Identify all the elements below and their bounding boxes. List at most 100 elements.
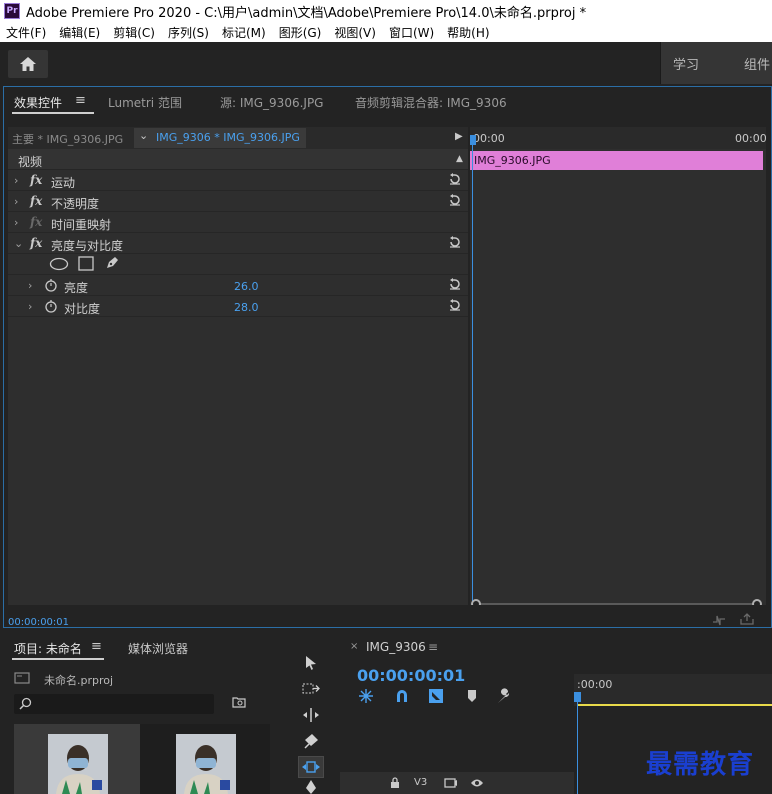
effect-row-motion[interactable]: › fx 运动 — [8, 170, 468, 191]
rectangle-mask-icon[interactable] — [78, 256, 94, 271]
track-label[interactable]: V3 — [414, 777, 427, 788]
expand-chevron-icon[interactable]: › — [14, 195, 18, 208]
play-only-clip-icon[interactable]: ▶ — [455, 131, 463, 142]
tab-project[interactable]: 项目: 未命名 — [14, 640, 82, 657]
param-row-contrast[interactable]: › 对比度 28.0 — [8, 296, 468, 317]
video-section-header: 视频 ▲ — [8, 149, 468, 170]
reset-icon[interactable] — [448, 277, 462, 291]
param-value[interactable]: 26.0 — [234, 280, 259, 293]
ripple-edit-tool[interactable] — [298, 704, 324, 726]
expand-chevron-icon[interactable]: › — [28, 300, 32, 313]
project-file-name: 未命名.prproj — [44, 674, 114, 687]
playhead-handle[interactable] — [470, 135, 476, 145]
export-icon[interactable] — [739, 612, 755, 626]
effect-row-brightness-contrast[interactable]: ⌄ fx 亮度与对比度 — [8, 233, 468, 254]
tab-audio-clip-mixer[interactable]: 音频剪辑混合器: IMG_9306 — [355, 94, 507, 111]
fx-icon: fx — [30, 215, 43, 229]
expand-chevron-icon[interactable]: › — [28, 279, 32, 292]
chevron-down-icon[interactable]: ⌄ — [139, 129, 148, 142]
snap-magnet-icon[interactable] — [394, 688, 410, 704]
workspace-tab-assembly[interactable]: 组件 — [744, 54, 770, 73]
pen-tool[interactable] — [298, 780, 324, 794]
effect-label: 亮度与对比度 — [51, 239, 124, 253]
ellipse-mask-icon[interactable] — [49, 257, 69, 271]
fx-icon[interactable]: fx — [30, 236, 42, 250]
menu-sequence[interactable]: 序列(S) — [168, 24, 209, 41]
collapse-triangle-icon[interactable]: ▲ — [456, 154, 463, 164]
sequence-timecode[interactable]: 00:00:00:01 — [357, 666, 465, 685]
new-bin-icon[interactable] — [232, 696, 246, 708]
playhead-line — [577, 692, 578, 794]
home-button[interactable] — [8, 50, 48, 78]
selection-tool[interactable] — [298, 652, 324, 674]
photo-thumbnail — [48, 734, 108, 794]
clip-header: 主要 * IMG_9306.JPG ⌄ IMG_9306 * IMG_9306.… — [8, 127, 468, 149]
effect-time-ruler[interactable]: 00:00 00:00 — [470, 127, 767, 149]
tab-media-browser[interactable]: 媒体浏览器 — [128, 640, 188, 657]
menu-graphics[interactable]: 图形(G) — [279, 24, 322, 41]
expand-chevron-icon[interactable]: › — [14, 216, 18, 229]
pen-mask-icon[interactable] — [104, 255, 120, 271]
stopwatch-icon[interactable] — [44, 299, 58, 313]
pen-icon — [304, 780, 318, 794]
wrench-icon[interactable] — [496, 688, 512, 704]
menu-file[interactable]: 文件(F) — [6, 24, 46, 41]
search-input[interactable] — [14, 694, 214, 714]
effect-label: 不透明度 — [51, 197, 100, 211]
sequence-clip-label[interactable]: IMG_9306 * IMG_9306.JPG — [156, 131, 300, 144]
razor-tool[interactable] — [298, 730, 324, 752]
project-item-thumbnail[interactable] — [142, 724, 268, 794]
panel-divider[interactable] — [468, 127, 469, 605]
razor-icon — [303, 733, 319, 749]
param-row-brightness[interactable]: › 亮度 26.0 — [8, 275, 468, 296]
param-value[interactable]: 28.0 — [234, 301, 259, 314]
param-label: 对比度 — [64, 302, 101, 316]
panel-menu-icon[interactable]: ≡ — [75, 93, 86, 108]
effect-row-time-remapping[interactable]: › fx 时间重映射 — [8, 212, 468, 233]
master-clip-label[interactable]: 主要 * IMG_9306.JPG — [12, 131, 123, 147]
nest-icon[interactable] — [358, 688, 374, 704]
close-tab-icon[interactable]: × — [350, 641, 358, 652]
workspace-tab-learn[interactable]: 学习 — [673, 54, 699, 73]
expand-chevron-icon[interactable]: › — [14, 174, 18, 187]
workspace-bar: 学习 组件 — [0, 42, 772, 84]
panel-tab-bar: 效果控件 ≡ Lumetri 范围 源: IMG_9306.JPG 音频剪辑混合… — [4, 87, 771, 119]
reset-icon[interactable] — [448, 172, 462, 186]
track-select-tool[interactable] — [298, 678, 324, 700]
watermark-text: 最需教育 — [646, 750, 755, 780]
ruler-end-time: 00:00 — [735, 132, 767, 145]
menu-help[interactable]: 帮助(H) — [447, 24, 489, 41]
collapse-chevron-icon[interactable]: ⌄ — [14, 237, 23, 250]
photo-thumbnail — [176, 734, 236, 794]
effect-clip-bar[interactable]: IMG_9306.JPG — [470, 151, 763, 170]
menu-markers[interactable]: 标记(M) — [222, 24, 266, 41]
audio-filter-icon[interactable] — [711, 613, 727, 627]
stopwatch-icon[interactable] — [44, 278, 58, 292]
tab-lumetri-scopes[interactable]: Lumetri 范围 — [108, 94, 182, 111]
menu-window[interactable]: 窗口(W) — [389, 24, 434, 41]
sync-lock-icon[interactable] — [444, 777, 458, 789]
tab-effect-controls[interactable]: 效果控件 — [14, 94, 62, 111]
tools-panel — [288, 632, 336, 794]
effect-row-opacity[interactable]: › fx 不透明度 — [8, 191, 468, 212]
reset-icon[interactable] — [448, 193, 462, 207]
panel-menu-icon[interactable]: ≡ — [91, 639, 102, 654]
menu-clip[interactable]: 剪辑(C) — [113, 24, 155, 41]
project-item-thumbnail[interactable] — [14, 724, 140, 794]
linked-selection-icon[interactable] — [428, 688, 444, 704]
reset-icon[interactable] — [448, 298, 462, 312]
work-area-bar[interactable] — [577, 704, 772, 706]
menu-view[interactable]: 视图(V) — [334, 24, 376, 41]
slip-tool[interactable] — [298, 756, 324, 778]
add-marker-icon[interactable] — [466, 689, 478, 703]
lock-icon[interactable] — [390, 777, 400, 789]
reset-icon[interactable] — [448, 235, 462, 249]
current-time[interactable]: 00:00:00:01 — [8, 617, 69, 628]
panel-menu-icon[interactable]: ≡ — [428, 640, 438, 654]
eye-icon[interactable] — [470, 777, 484, 789]
fx-icon[interactable]: fx — [30, 194, 42, 208]
tab-sequence[interactable]: IMG_9306 — [366, 640, 426, 654]
tab-source[interactable]: 源: IMG_9306.JPG — [220, 94, 323, 111]
fx-icon[interactable]: fx — [30, 173, 42, 187]
menu-edit[interactable]: 编辑(E) — [59, 24, 100, 41]
